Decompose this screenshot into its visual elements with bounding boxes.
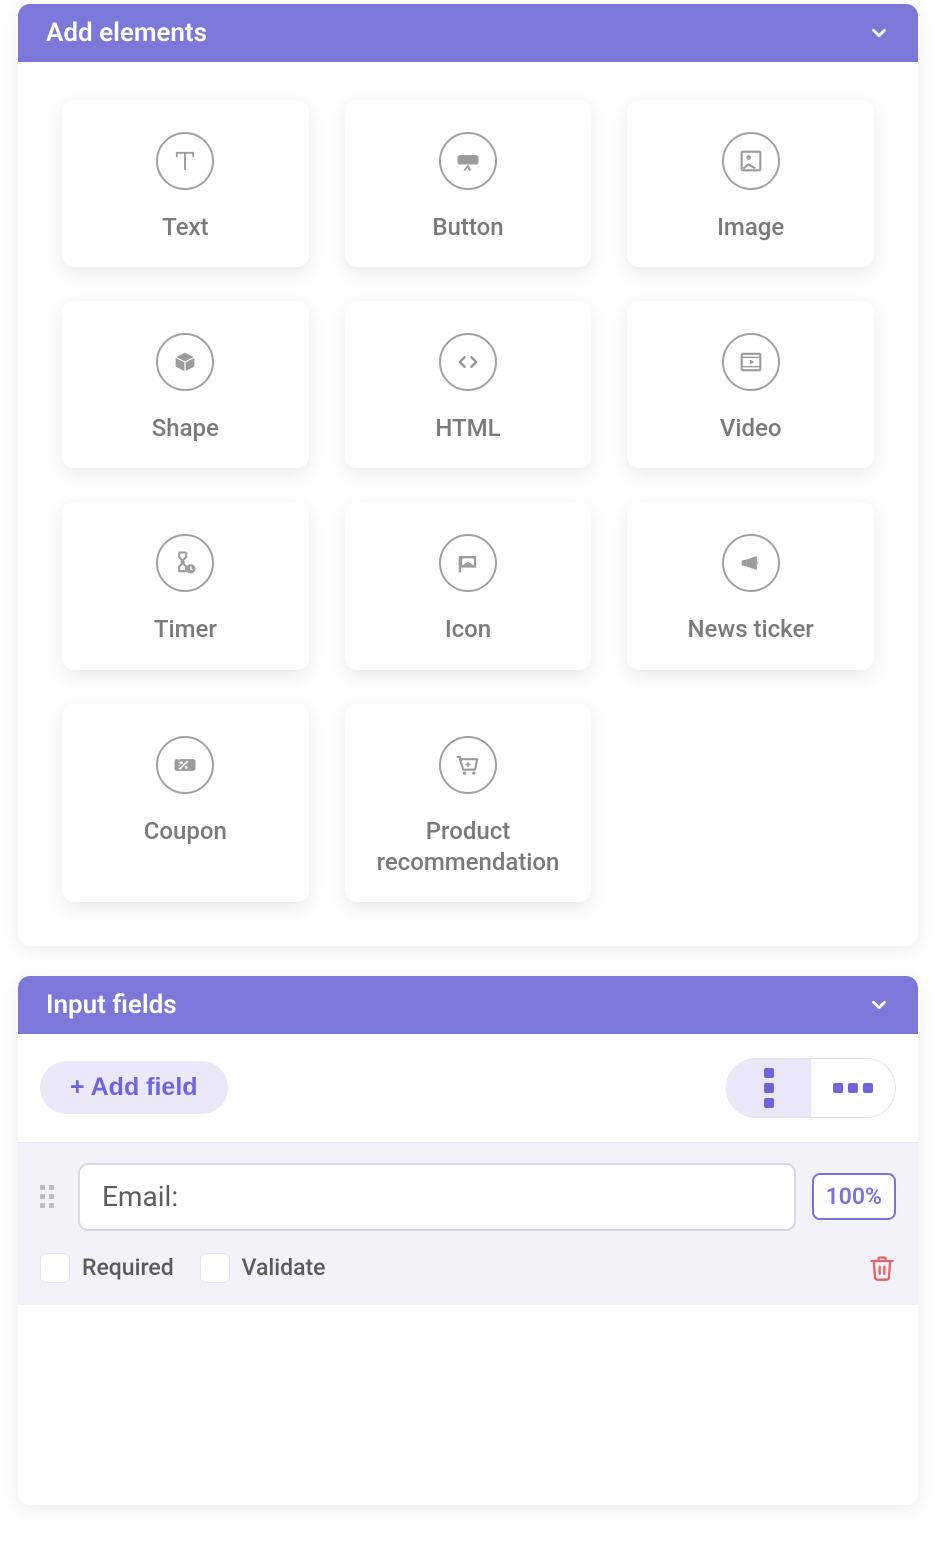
add-field-button[interactable]: + Add field xyxy=(40,1061,228,1114)
element-image[interactable]: Image xyxy=(627,100,874,267)
html-icon xyxy=(439,333,497,391)
element-label: Image xyxy=(717,212,784,243)
element-timer[interactable]: Timer xyxy=(62,502,309,669)
add-elements-title: Add elements xyxy=(46,18,207,48)
field-name-input[interactable] xyxy=(78,1163,796,1231)
input-fields-toolbar: + Add field xyxy=(18,1034,918,1142)
dots-vertical-icon xyxy=(764,1068,774,1108)
input-fields-body: + Add field 100% xyxy=(18,1034,918,1505)
panel-empty-area xyxy=(18,1305,918,1505)
news-icon xyxy=(722,534,780,592)
layout-horizontal-button[interactable] xyxy=(811,1059,895,1117)
element-label: Coupon xyxy=(144,816,227,847)
validate-label: Validate xyxy=(242,1254,326,1281)
button-icon xyxy=(439,132,497,190)
shape-icon xyxy=(156,333,214,391)
video-icon xyxy=(722,333,780,391)
chevron-down-icon xyxy=(868,22,890,44)
element-label: Product recommendation xyxy=(355,816,582,878)
element-label: Icon xyxy=(445,614,491,645)
image-icon xyxy=(722,132,780,190)
text-icon xyxy=(156,132,214,190)
element-label: Button xyxy=(432,212,503,243)
product-icon xyxy=(439,736,497,794)
input-fields-title: Input fields xyxy=(46,990,177,1020)
element-icon[interactable]: Icon xyxy=(345,502,592,669)
input-fields-header[interactable]: Input fields xyxy=(18,976,918,1034)
element-html[interactable]: HTML xyxy=(345,301,592,468)
icon-icon xyxy=(439,534,497,592)
element-news-ticker[interactable]: News ticker xyxy=(627,502,874,669)
validate-checkbox[interactable] xyxy=(200,1253,230,1283)
add-elements-panel: Add elements Text Button xyxy=(18,4,918,946)
element-coupon[interactable]: Coupon xyxy=(62,704,309,902)
timer-icon xyxy=(156,534,214,592)
layout-toggle xyxy=(726,1058,896,1118)
element-label: HTML xyxy=(435,413,500,444)
field-row: 100% Required Validate xyxy=(18,1142,918,1305)
layout-vertical-button[interactable] xyxy=(727,1059,811,1117)
element-product-recommendation[interactable]: Product recommendation xyxy=(345,704,592,902)
required-label: Required xyxy=(82,1254,174,1281)
element-text[interactable]: Text xyxy=(62,100,309,267)
element-label: Video xyxy=(720,413,782,444)
drag-handle-icon[interactable] xyxy=(40,1185,62,1208)
chevron-down-icon xyxy=(868,994,890,1016)
element-label: Shape xyxy=(152,413,219,444)
dots-horizontal-icon xyxy=(833,1083,873,1093)
element-video[interactable]: Video xyxy=(627,301,874,468)
element-shape[interactable]: Shape xyxy=(62,301,309,468)
delete-field-button[interactable] xyxy=(868,1254,896,1282)
element-label: Timer xyxy=(154,614,217,645)
coupon-icon xyxy=(156,736,214,794)
required-checkbox[interactable] xyxy=(40,1253,70,1283)
element-button[interactable]: Button xyxy=(345,100,592,267)
add-elements-body: Text Button Image Shape xyxy=(18,62,918,946)
add-elements-header[interactable]: Add elements xyxy=(18,4,918,62)
element-label: News ticker xyxy=(688,614,814,645)
element-grid: Text Button Image Shape xyxy=(62,100,874,902)
element-label: Text xyxy=(162,212,208,243)
field-width-button[interactable]: 100% xyxy=(812,1173,896,1220)
input-fields-panel: Input fields + Add field xyxy=(18,976,918,1505)
